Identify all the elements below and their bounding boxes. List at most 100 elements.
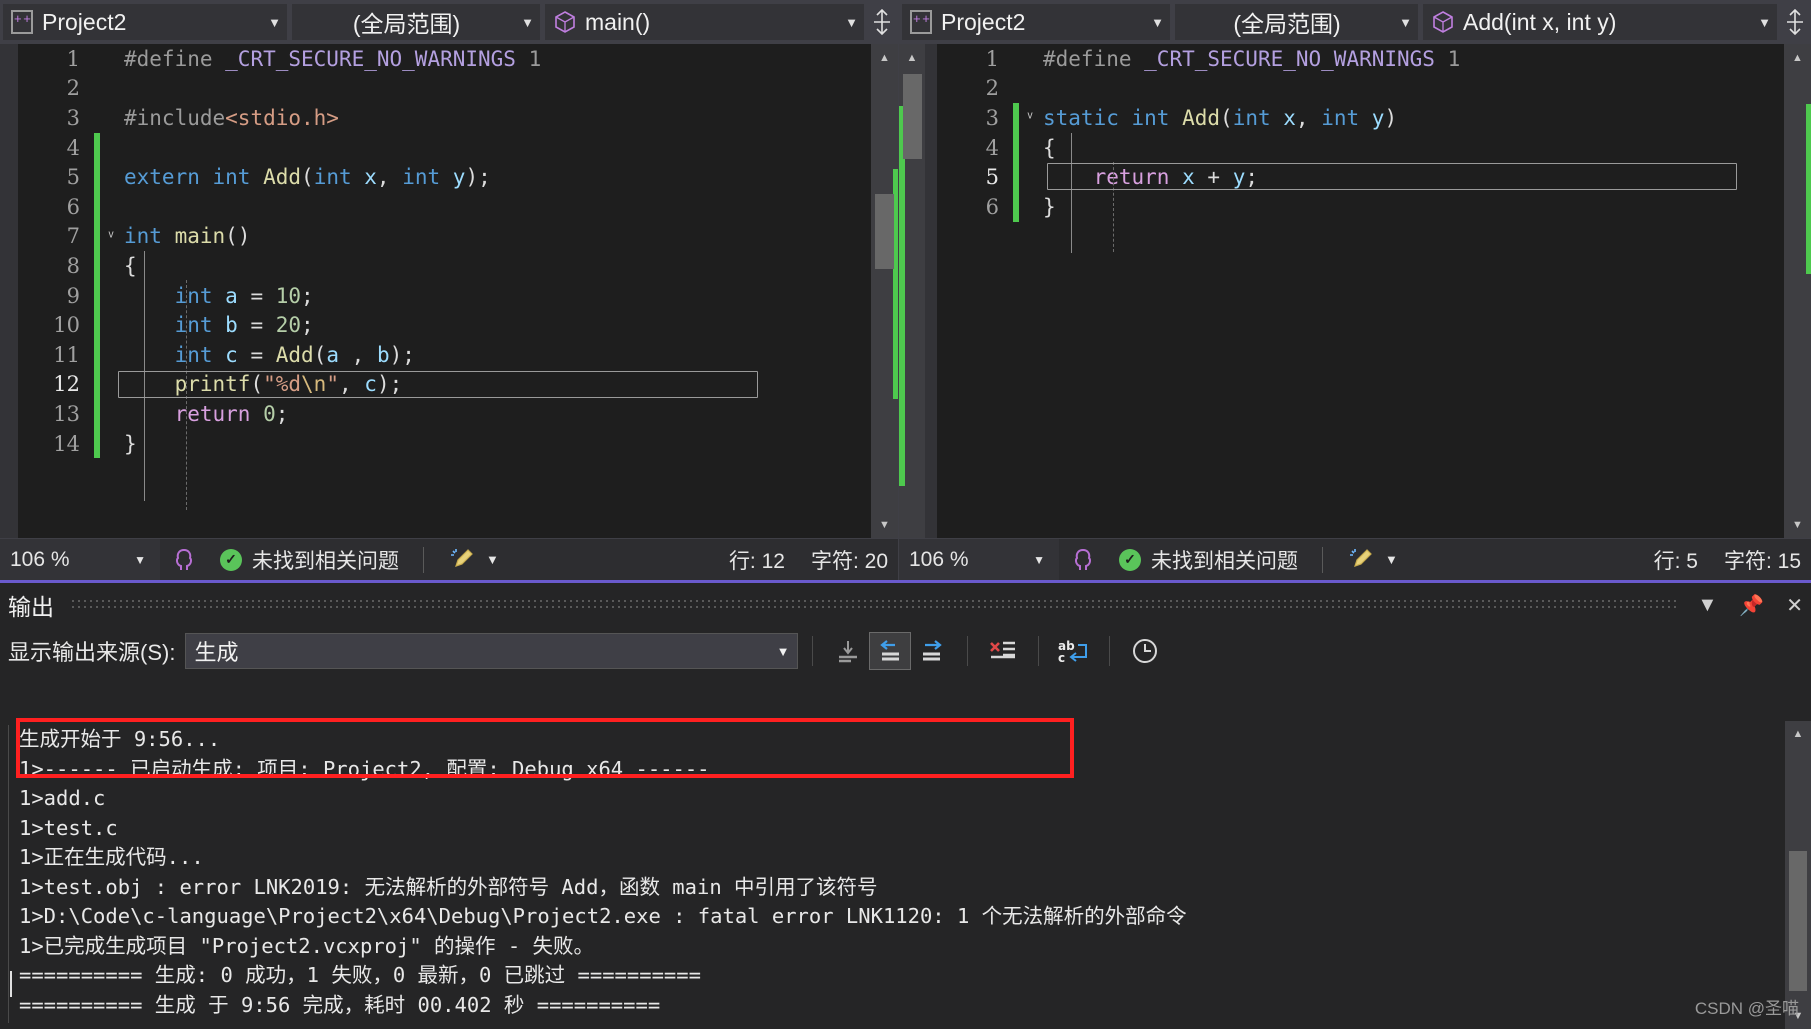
next-message-button[interactable] <box>911 632 953 670</box>
intellisense-icon-left[interactable] <box>160 539 208 580</box>
close-icon[interactable]: ✕ <box>1786 593 1803 618</box>
code-token: int <box>1131 105 1183 130</box>
scroll-up-arrow-icon[interactable]: ▲ <box>1785 721 1811 747</box>
code-text: int main() <box>122 224 871 248</box>
scope-dropdown-left[interactable]: (全局范围) ▼ <box>291 3 541 41</box>
code-token: 20 <box>275 313 302 338</box>
output-vertical-scrollbar[interactable]: ▲ ▼ <box>1785 721 1811 1029</box>
chevron-down-icon[interactable]: ▼ <box>1698 594 1718 617</box>
arrow-right-icon <box>923 640 943 661</box>
code-line[interactable]: 1 #define _CRT_SECURE_NO_WARNINGS 1 <box>18 44 871 74</box>
code-token: = <box>237 342 276 367</box>
code-line[interactable]: 3 ᵛ static int Add(int x, int y) <box>937 103 1784 133</box>
function-dropdown-right[interactable]: Add(int x, int y) ▼ <box>1422 3 1778 41</box>
toolbar-divider <box>812 636 814 666</box>
vertical-scrollbar-right-left-edge[interactable]: ▲ <box>899 44 925 538</box>
zoom-level-dropdown-left[interactable]: 106 % ▼ <box>0 539 160 580</box>
output-source-select[interactable]: 生成 ▼ <box>185 633 799 669</box>
change-indicator-bar <box>94 339 100 370</box>
code-token: { <box>1043 135 1056 160</box>
code-line[interactable]: 6 <box>18 191 871 222</box>
scrollbar-thumb[interactable] <box>1789 851 1807 991</box>
word-wrap-button[interactable]: ab c <box>1053 632 1095 670</box>
drag-grip[interactable] <box>70 598 1680 612</box>
scroll-up-arrow-icon[interactable]: ▲ <box>899 44 925 71</box>
line-number: 3 <box>66 105 80 130</box>
code-line[interactable]: 2 <box>18 74 871 104</box>
collapse-arrow-icon[interactable]: ᵛ <box>1019 109 1041 126</box>
previous-message-button[interactable] <box>869 632 912 670</box>
line-number: 5 <box>66 165 80 190</box>
project-dropdown-right[interactable]: Project2 ▼ <box>901 3 1171 41</box>
code-token: , <box>339 342 377 367</box>
scroll-down-arrow-icon[interactable]: ▼ <box>1784 511 1811 538</box>
code-line[interactable]: 1 #define _CRT_SECURE_NO_WARNINGS 1 <box>937 44 1784 74</box>
code-line[interactable]: 3 #include<stdio.h> <box>18 103 871 133</box>
code-token: ( <box>1220 105 1233 130</box>
caret-position-left: 行: 12 字符: 20 <box>729 545 898 575</box>
code-line[interactable]: 13 return 0; <box>18 399 871 429</box>
function-dropdown-left[interactable]: main() ▼ <box>544 3 865 41</box>
scroll-up-arrow-icon[interactable]: ▲ <box>1784 44 1811 71</box>
gutter-indicator-margin-left <box>0 44 18 538</box>
chevron-down-icon: ▼ <box>1151 14 1164 30</box>
scroll-down-arrow-icon[interactable]: ▼ <box>871 511 898 538</box>
collapse-arrow-icon[interactable]: ᵛ <box>100 228 122 245</box>
code-token: x <box>364 165 377 190</box>
code-token: _CRT_SECURE_NO_WARNINGS <box>225 46 516 71</box>
code-area-right: ▲ 1 #define _CRT_SECURE_NO_WARNINGS 123ᵛs… <box>899 44 1811 538</box>
line-number: 2 <box>66 76 80 101</box>
scrollbar-thumb[interactable] <box>903 74 922 159</box>
line-number: 7 <box>66 224 80 249</box>
code-text: int a = 10; <box>122 284 871 308</box>
output-line: 1>------ 已启动生成: 项目: Project2, 配置: Debug … <box>19 756 710 781</box>
scope-dropdown-left-label: (全局范围) <box>352 11 461 37</box>
scroll-up-arrow-icon[interactable]: ▲ <box>871 44 898 71</box>
problems-status-left[interactable]: ✓ 未找到相关问题 <box>208 539 411 580</box>
split-vertical-icon <box>1787 9 1803 35</box>
go-to-message-button[interactable] <box>827 632 869 670</box>
code-line[interactable]: 8{ <box>18 251 871 281</box>
split-view-control-left[interactable] <box>868 2 896 42</box>
code-token: ( <box>301 165 314 190</box>
line-number: 14 <box>53 431 80 456</box>
scope-dropdown-right[interactable]: (全局范围) ▼ <box>1174 3 1419 41</box>
line-number: 9 <box>66 283 80 308</box>
code-line[interactable]: 4{ <box>937 132 1784 163</box>
code-token: ); <box>465 165 491 190</box>
vertical-scrollbar-right[interactable]: ▲ ▼ <box>1784 44 1811 538</box>
pin-icon[interactable]: 📌 <box>1739 593 1764 618</box>
code-cleanup-button-right[interactable]: ▼ <box>1335 539 1410 580</box>
code-line[interactable]: 7 ᵛ int main() <box>18 221 871 252</box>
code-cleanup-button-left[interactable]: ▼ <box>436 539 511 580</box>
cube-icon <box>1433 11 1453 33</box>
output-source-value: 生成 <box>194 640 239 665</box>
code-line[interactable]: 14} <box>18 428 871 459</box>
change-indicator-bar <box>94 191 100 222</box>
code-line[interactable]: 9 int a = 10; <box>18 280 871 311</box>
history-button[interactable] <box>1124 632 1166 670</box>
code-token: ; <box>301 283 314 308</box>
code-line[interactable]: 10 int b = 20; <box>18 310 871 340</box>
code-line[interactable]: 6} <box>937 191 1784 222</box>
split-view-control-right[interactable] <box>1781 2 1809 42</box>
clear-all-button[interactable] <box>982 632 1024 670</box>
output-panel-title: 输出 <box>8 594 54 620</box>
brain-icon <box>1075 548 1091 570</box>
output-text-content[interactable]: 生成开始于 9:56... 1>------ 已启动生成: 项目: Project… <box>8 725 1785 1023</box>
problems-status-right[interactable]: ✓ 未找到相关问题 <box>1107 539 1310 580</box>
code-line[interactable]: 11 int c = Add(a , b); <box>18 339 871 370</box>
scrollbar-thumb[interactable] <box>875 194 894 269</box>
code-line[interactable]: 5 extern int Add(int x, int y); <box>18 162 871 192</box>
code-line[interactable]: 4 <box>18 132 871 163</box>
zoom-level-dropdown-right[interactable]: 106 % ▼ <box>899 539 1059 580</box>
code-lines-left[interactable]: 1 #define _CRT_SECURE_NO_WARNINGS 1 2 3 #inc… <box>18 44 871 538</box>
line-number: 8 <box>66 253 80 278</box>
project-dropdown-left[interactable]: Project2 ▼ <box>2 3 288 41</box>
code-lines-right[interactable]: 1 #define _CRT_SECURE_NO_WARNINGS 1 2 3 ᵛ sta… <box>937 44 1784 538</box>
code-token: extern <box>124 165 213 190</box>
intellisense-icon-right[interactable] <box>1059 539 1107 580</box>
code-line[interactable]: 2 <box>937 74 1784 104</box>
code-token: Add <box>263 165 302 190</box>
vertical-scrollbar-left[interactable]: ▲ ▼ <box>871 44 898 538</box>
